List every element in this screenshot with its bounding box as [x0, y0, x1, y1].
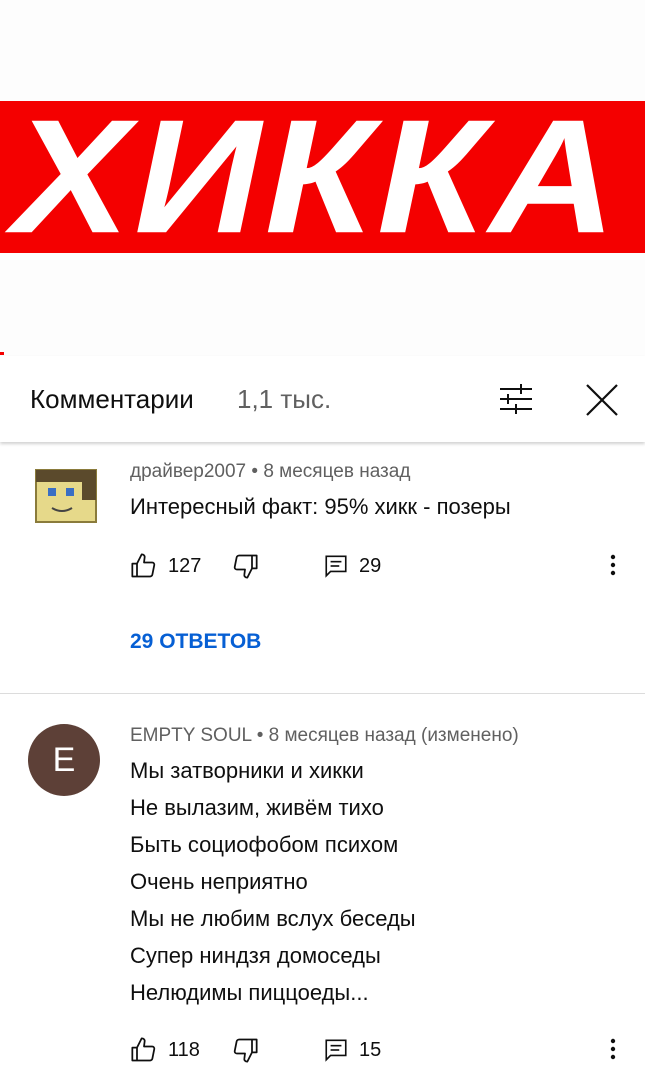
like-button[interactable]: 118	[130, 1035, 200, 1065]
comment-text: Мы затворники и хикки Не вылазим, живём …	[130, 758, 416, 1005]
close-button[interactable]	[582, 380, 622, 420]
comments-count: 1,1 тыс.	[237, 384, 332, 414]
like-count: 127	[168, 554, 202, 577]
thumbs-down-icon	[233, 554, 258, 579]
thumbs-up-icon	[131, 553, 156, 578]
dislike-button[interactable]	[231, 1035, 259, 1065]
more-vert-icon	[610, 554, 616, 576]
comment-meta: EMPTY SOUL • 8 месяцев назад (изменено)	[130, 725, 519, 746]
more-button[interactable]	[609, 553, 617, 583]
more-button[interactable]	[609, 1037, 617, 1067]
thumbs-up-icon	[131, 1037, 156, 1062]
more-vert-icon	[610, 1038, 616, 1060]
video-banner: ХИККА	[0, 101, 645, 253]
avatar[interactable]: E	[28, 724, 100, 796]
close-icon	[586, 384, 618, 416]
comment-actions: 118 15	[130, 1035, 630, 1065]
reply-button[interactable]: 15	[323, 1035, 381, 1065]
thumbs-down-icon	[233, 1038, 258, 1063]
reply-count: 29	[359, 554, 382, 577]
comment-text: Интересный факт: 95% хикк - позеры	[130, 494, 511, 519]
reply-count: 15	[359, 1038, 382, 1061]
video-player[interactable]: ХИККА	[0, 0, 645, 356]
like-count: 118	[168, 1038, 200, 1061]
like-button[interactable]: 127	[130, 551, 201, 581]
comment-icon	[325, 555, 347, 578]
sort-button[interactable]	[494, 379, 538, 419]
avatar[interactable]	[32, 462, 100, 526]
banner-title: ХИККА	[12, 101, 621, 253]
comment-meta: драйвер2007 • 8 месяцев назад	[130, 461, 411, 482]
comments-title: Комментарии	[30, 384, 194, 414]
sort-icon	[500, 384, 532, 414]
pixel-character-avatar-icon	[35, 469, 97, 523]
comment-actions: 127 29	[130, 551, 630, 581]
reply-button[interactable]: 29	[323, 551, 381, 581]
dislike-button[interactable]	[231, 551, 259, 581]
comment-icon	[325, 1039, 347, 1062]
progress-indicator	[0, 352, 4, 355]
view-replies-link[interactable]: 29 ОТВЕТОВ	[130, 630, 261, 654]
divider	[0, 693, 645, 694]
comments-header: Комментарии 1,1 тыс.	[0, 356, 645, 442]
